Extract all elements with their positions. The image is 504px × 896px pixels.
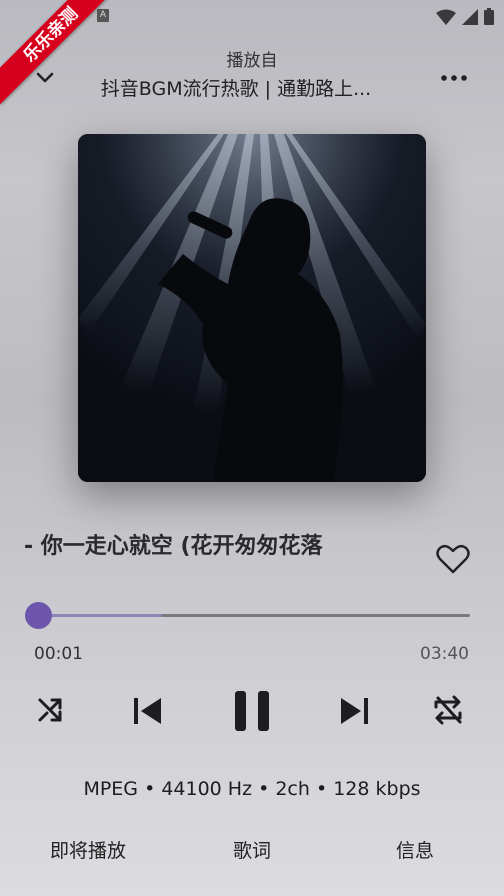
- more-horizontal-icon: [441, 75, 467, 81]
- tab-up-next[interactable]: 即将播放: [50, 836, 126, 863]
- song-title: - 你一走心就空 (花开匆匆花落: [24, 534, 323, 559]
- pause-icon: [235, 691, 269, 731]
- signal-icon: [462, 8, 478, 25]
- chevron-down-icon: [36, 72, 54, 83]
- progress-buffer: [36, 614, 162, 617]
- heart-outline-icon: [436, 544, 470, 574]
- skip-previous-icon: [134, 698, 161, 724]
- progress-track[interactable]: [36, 614, 470, 617]
- status-icons: [436, 8, 494, 25]
- previous-button[interactable]: [128, 692, 168, 730]
- next-button[interactable]: [334, 692, 374, 730]
- audio-format-info: MPEG • 44100 Hz • 2ch • 128 kbps: [83, 778, 421, 800]
- play-pause-button[interactable]: [228, 686, 276, 736]
- collapse-button[interactable]: [30, 64, 60, 92]
- more-options-button[interactable]: [438, 64, 470, 92]
- shuffle-button[interactable]: [32, 692, 68, 728]
- watermark-ribbon: 乐乐亲测: [0, 0, 120, 120]
- total-time: 03:40: [420, 644, 469, 664]
- playlist-title[interactable]: 抖音BGM流行热歌 | 通勤路上...: [80, 74, 392, 101]
- playing-from-label: 播放自: [226, 51, 278, 71]
- like-button[interactable]: [434, 541, 472, 577]
- progress-thumb[interactable]: [24, 602, 52, 629]
- shuffle-icon: [38, 698, 62, 722]
- tab-lyrics[interactable]: 歌词: [233, 836, 271, 863]
- repeat-off-icon: [434, 695, 462, 725]
- battery-icon: [484, 8, 494, 25]
- repeat-button[interactable]: [428, 690, 468, 730]
- current-time: 00:01: [34, 644, 83, 664]
- tab-info[interactable]: 信息: [396, 836, 434, 863]
- wifi-icon: [436, 9, 456, 25]
- album-art: [78, 134, 426, 482]
- skip-next-icon: [341, 698, 368, 724]
